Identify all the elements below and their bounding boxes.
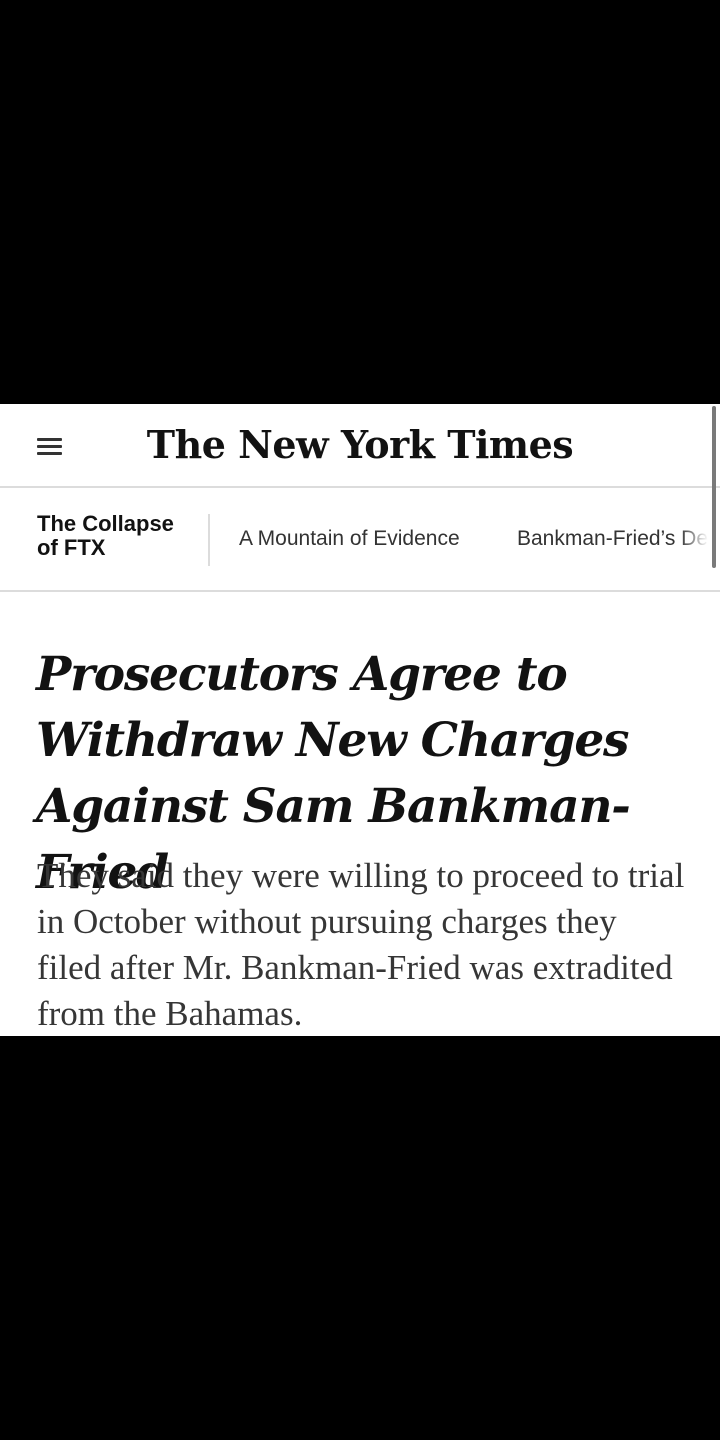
letterbox-top (0, 0, 720, 404)
nav-divider (208, 514, 210, 566)
masthead: The New York Times (0, 404, 720, 488)
page-viewport[interactable]: The New York Times The Collapse of FTX A… (0, 404, 720, 1036)
story-navigation: The Collapse of FTX A Mountain of Eviden… (0, 488, 720, 592)
letterbox-bottom (0, 1036, 720, 1440)
article-summary: They said they were willing to proceed t… (37, 856, 685, 1033)
screen: The New York Times The Collapse of FTX A… (0, 0, 720, 1440)
story-collection-title[interactable]: The Collapse of FTX (37, 512, 197, 560)
nyt-logo[interactable]: The New York Times (0, 420, 720, 470)
scrollbar[interactable] (712, 406, 716, 568)
nav-link-mountain-of-evidence[interactable]: A Mountain of Evidence (239, 526, 460, 552)
